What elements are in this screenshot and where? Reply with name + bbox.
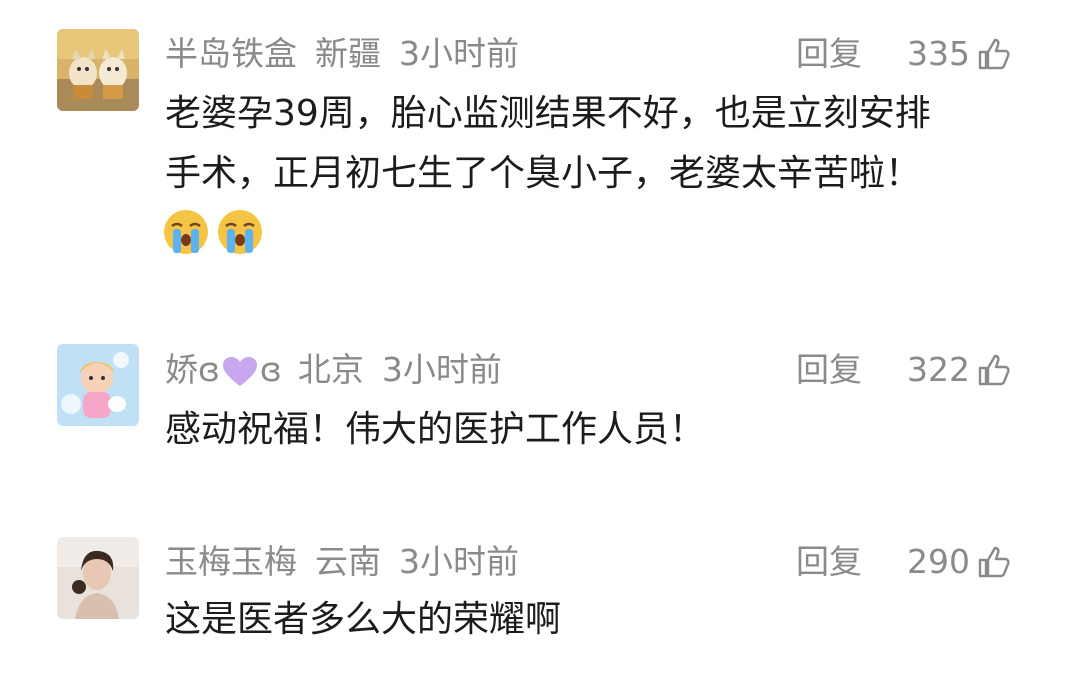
- comment-text: 感动祝福！伟大的医护工作人员！: [165, 400, 1035, 460]
- comment-text-line: 感动祝福！伟大的医护工作人员！: [165, 409, 706, 450]
- like-count: 322: [907, 350, 970, 389]
- location: 北京: [297, 350, 364, 389]
- avatar[interactable]: [57, 537, 139, 619]
- timestamp: 3小时前: [381, 350, 502, 389]
- avatar[interactable]: [57, 344, 139, 426]
- like-count: 335: [907, 34, 970, 73]
- location: 新疆: [315, 34, 381, 73]
- username-suffix: ɞ: [259, 350, 282, 389]
- reply-button[interactable]: 回复: [796, 32, 862, 76]
- username-prefix: 娇ɞ: [165, 350, 220, 389]
- avatar-woman-image: [57, 537, 139, 619]
- comment-meta: 娇ɞ ɞ 北京 3小时前: [165, 348, 520, 392]
- like-button[interactable]: 290: [907, 540, 1012, 584]
- crying-face-icon: [218, 210, 262, 254]
- emoji-row: [162, 208, 264, 256]
- timestamp: 3小时前: [399, 34, 519, 73]
- like-count: 290: [907, 542, 970, 581]
- comment-text-line: 老婆孕39周，胎心监测结果不好，也是立刻安排: [165, 93, 931, 134]
- purple-heart-icon: [222, 356, 257, 386]
- like-button[interactable]: 335: [907, 32, 1012, 76]
- thumbs-up-icon: [978, 38, 1010, 70]
- thumbs-up-icon: [978, 546, 1010, 578]
- thumbs-up-icon: [978, 354, 1010, 386]
- comment-text: 老婆孕39周，胎心监测结果不好，也是立刻安排 手术，正月初七生了个臭小子，老婆太…: [165, 84, 1035, 204]
- comment-text-line: 手术，正月初七生了个臭小子，老婆太辛苦啦！: [165, 153, 922, 194]
- username[interactable]: 娇ɞ ɞ: [165, 350, 282, 389]
- crying-face-icon: [164, 210, 208, 254]
- comment-meta: 玉梅玉梅 云南 3小时前: [165, 540, 537, 584]
- timestamp: 3小时前: [399, 542, 519, 581]
- comment-text-line: 这是医者多么大的荣耀啊: [165, 599, 562, 640]
- comment-meta: 半岛铁盒 新疆 3小时前: [165, 32, 537, 76]
- avatar-girl-image: [57, 344, 139, 426]
- avatar-cats-image: [57, 29, 139, 111]
- comment-text: 这是医者多么大的荣耀啊: [165, 590, 1035, 650]
- reply-button[interactable]: 回复: [796, 348, 862, 392]
- reply-button[interactable]: 回复: [796, 540, 862, 584]
- location: 云南: [315, 542, 381, 581]
- username[interactable]: 半岛铁盒: [165, 34, 297, 73]
- username[interactable]: 玉梅玉梅: [165, 542, 297, 581]
- like-button[interactable]: 322: [907, 348, 1012, 392]
- avatar[interactable]: [57, 29, 139, 111]
